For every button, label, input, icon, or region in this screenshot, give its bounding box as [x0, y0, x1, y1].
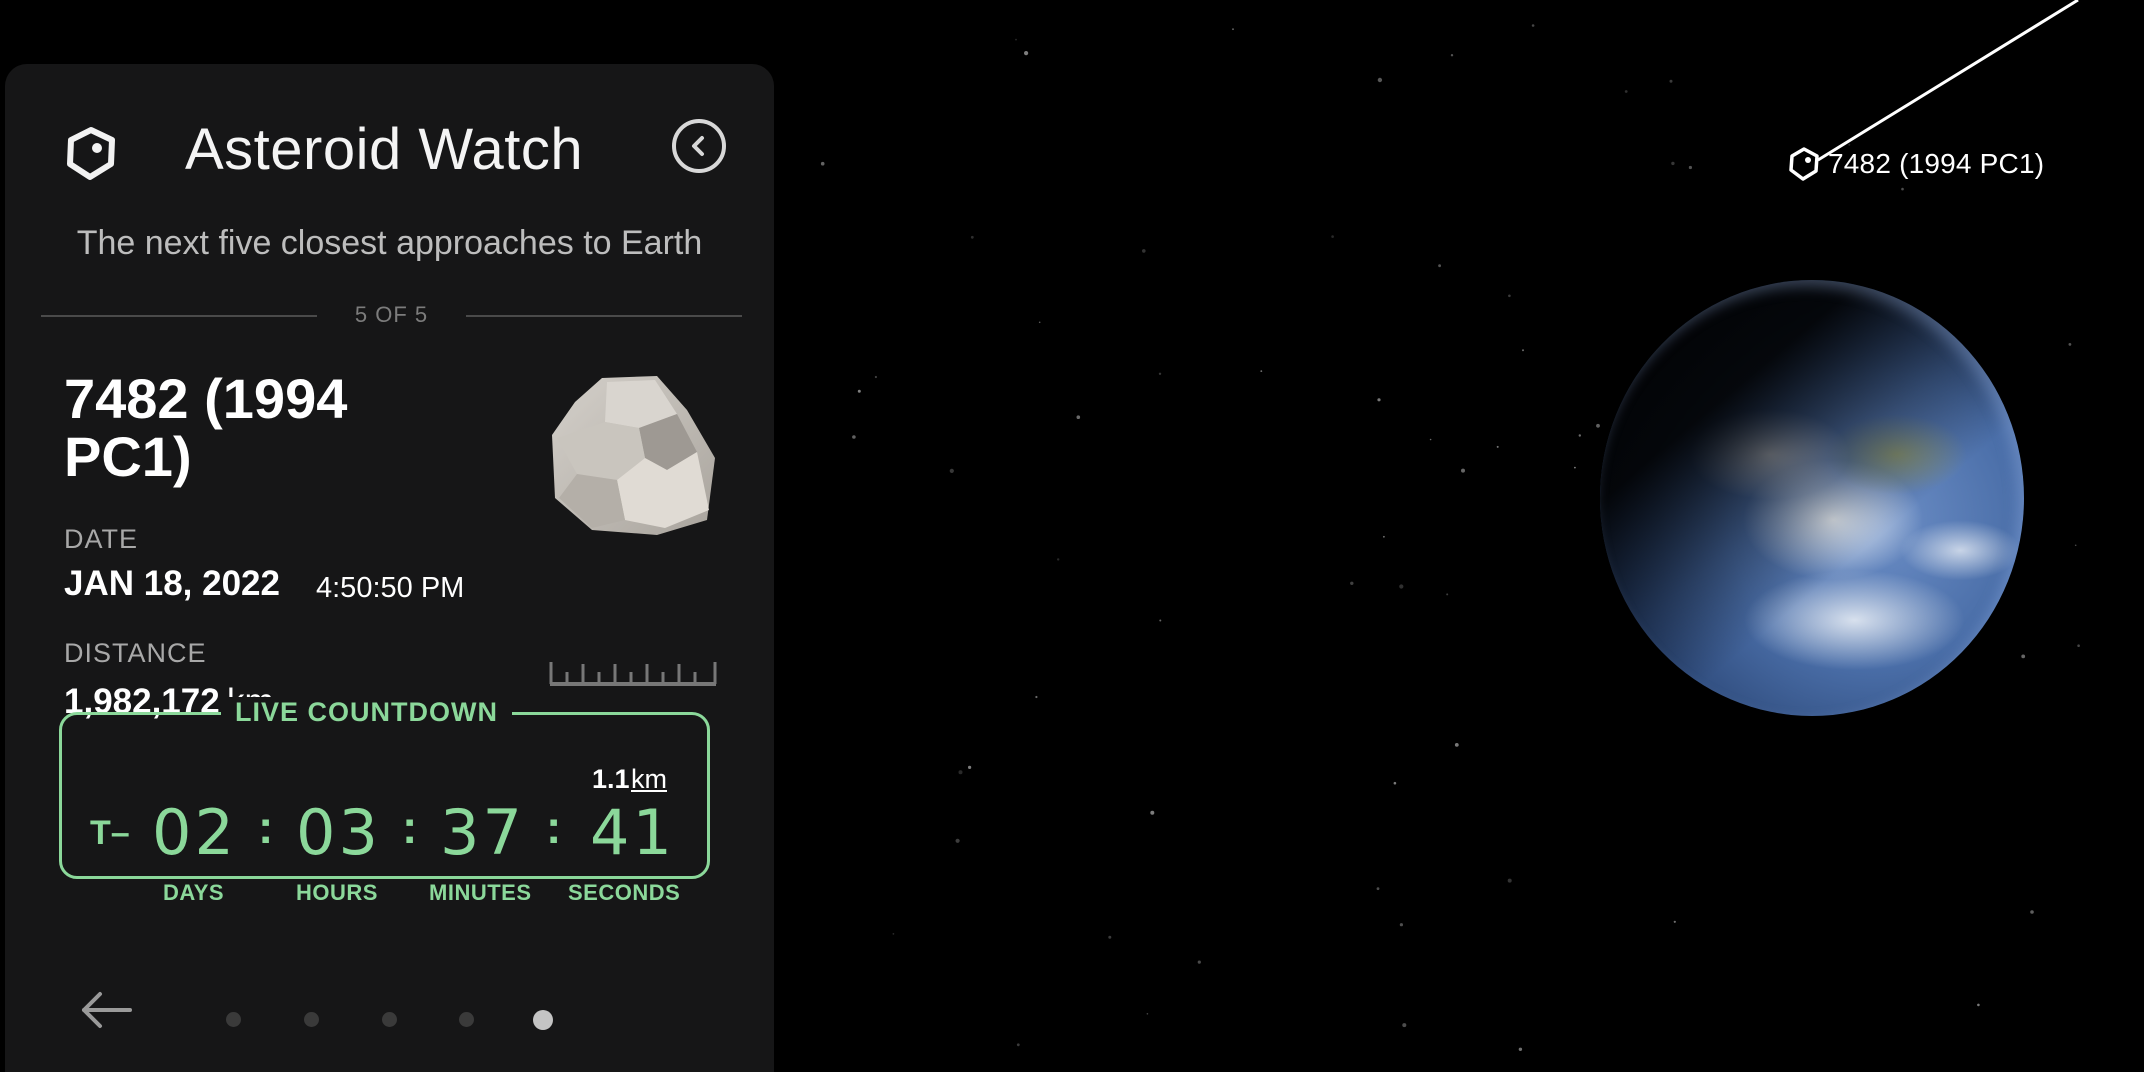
- countdown-hours: 03: [296, 796, 381, 869]
- countdown-minutes: 37: [440, 796, 525, 869]
- countdown-hours-label: HOURS: [296, 880, 378, 905]
- countdown-minutes-label: MINUTES: [429, 880, 532, 905]
- pager-dot-2[interactable]: [304, 1012, 319, 1027]
- pager-dot-1[interactable]: [226, 1012, 241, 1027]
- countdown-separator: :: [402, 801, 418, 853]
- panel-title: Asteroid Watch: [185, 117, 584, 182]
- countdown-prefix: T–: [90, 814, 130, 852]
- date-label: DATE: [64, 524, 139, 554]
- countdown-seconds-label: SECONDS: [568, 880, 681, 905]
- panel-subtitle: The next five closest approaches to Eart…: [76, 224, 703, 262]
- pager-dot-3[interactable]: [382, 1012, 397, 1027]
- asteroid-name: 7482 (1994 PC1): [64, 367, 348, 488]
- distance-label: DISTANCE: [64, 638, 207, 668]
- asteroid-image[interactable]: [547, 370, 717, 540]
- countdown-separator: :: [546, 801, 562, 853]
- countdown-days-label: DAYS: [163, 880, 225, 905]
- approach-time: 4:50:50 PM: [316, 572, 465, 604]
- pager-dot-5-active[interactable]: [533, 1010, 553, 1030]
- pager-dot-4[interactable]: [459, 1012, 474, 1027]
- countdown-separator: :: [258, 801, 274, 853]
- countdown-title: LIVE COUNTDOWN: [221, 697, 512, 728]
- asteroid-marker-label: 7482 (1994 PC1): [1828, 148, 2045, 179]
- divider: [41, 315, 317, 317]
- approach-date: JAN 18, 2022: [64, 564, 280, 603]
- scale-ruler: [549, 662, 717, 686]
- arrow-left-icon[interactable]: [80, 990, 132, 1030]
- asteroid-icon: [67, 127, 115, 180]
- asteroid-info-panel: Asteroid Watch The next five closest app…: [5, 64, 774, 1072]
- countdown-seconds: 41: [590, 796, 675, 869]
- divider: [466, 315, 742, 317]
- collapse-panel-button[interactable]: [672, 119, 726, 173]
- asteroid-marker[interactable]: 7482 (1994 PC1): [1786, 146, 2044, 182]
- countdown-days: 02: [152, 796, 237, 869]
- chevron-left-icon: [692, 136, 704, 156]
- page-counter: 5 OF 5: [354, 302, 429, 327]
- asteroid-icon: [1789, 147, 1819, 181]
